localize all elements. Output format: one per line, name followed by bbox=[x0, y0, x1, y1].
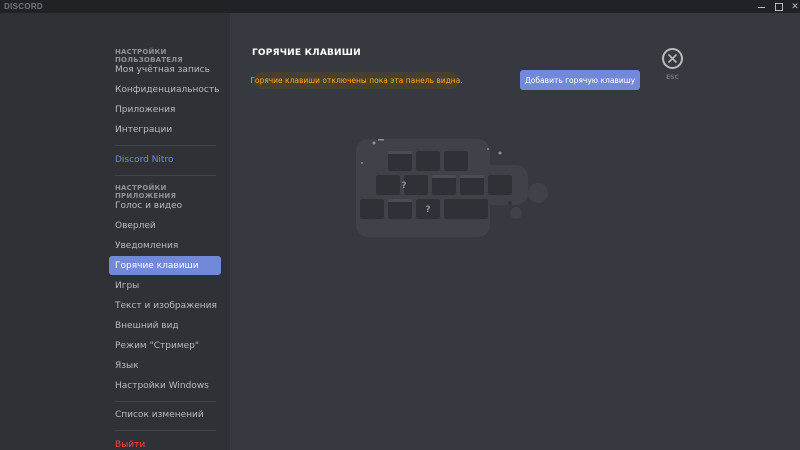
sidebar-divider bbox=[115, 430, 216, 431]
settings-content: ГОРЯЧИЕ КЛАВИШИ Горячие клавиши отключен… bbox=[230, 13, 800, 450]
sidebar-item-voice-video[interactable]: Голос и видео bbox=[109, 196, 221, 215]
sidebar-divider bbox=[115, 175, 216, 176]
key-question-mark: ? bbox=[401, 181, 406, 191]
sidebar-divider bbox=[115, 145, 216, 146]
sidebar-item-changelog[interactable]: Список изменений bbox=[109, 405, 221, 424]
settings-sidebar: НАСТРОЙКИ ПОЛЬЗОВАТЕЛЯ Моя учётная запис… bbox=[0, 13, 230, 450]
keybinds-disabled-notice: Горячие клавиши отключены пока эта панел… bbox=[250, 72, 463, 89]
sidebar-item-text-images[interactable]: Текст и изображения bbox=[109, 296, 221, 315]
sidebar-divider bbox=[115, 401, 216, 402]
sidebar-item-privacy[interactable]: Конфиденциальность bbox=[109, 80, 221, 99]
esc-label: ESC bbox=[666, 74, 679, 81]
sidebar-item-appearance[interactable]: Внешний вид bbox=[109, 316, 221, 335]
sidebar-item-authorized-apps[interactable]: Приложения bbox=[109, 100, 221, 119]
close-settings[interactable]: ESC bbox=[662, 48, 686, 81]
close-settings-button[interactable] bbox=[662, 48, 683, 69]
sidebar-item-connections[interactable]: Интеграции bbox=[109, 120, 221, 139]
keyboard-illustration-icon: ? ? bbox=[356, 139, 548, 237]
sidebar-item-my-account[interactable]: Моя учётная запись bbox=[109, 60, 221, 79]
sidebar-item-streamer-mode[interactable]: Режим "Стример" bbox=[109, 336, 221, 355]
sidebar-item-notifications[interactable]: Уведомления bbox=[109, 236, 221, 255]
window-close-icon[interactable]: ✕ bbox=[786, 0, 800, 13]
sidebar-item-language[interactable]: Язык bbox=[109, 356, 221, 375]
add-keybind-button[interactable]: Добавить горячую клавишу bbox=[520, 70, 640, 90]
key-question-mark: ? bbox=[425, 205, 430, 215]
title-bar: DISCORD ✕ bbox=[0, 0, 800, 13]
minimize-icon[interactable] bbox=[752, 0, 770, 13]
sidebar-item-games[interactable]: Игры bbox=[109, 276, 221, 295]
sidebar-item-logout[interactable]: Выйти bbox=[109, 435, 221, 450]
page-title: ГОРЯЧИЕ КЛАВИШИ bbox=[252, 48, 361, 58]
close-icon bbox=[668, 54, 677, 63]
sidebar-item-discord-nitro[interactable]: Discord Nitro bbox=[109, 150, 221, 169]
discord-logo: DISCORD bbox=[4, 2, 43, 11]
sidebar-item-overlay[interactable]: Оверлей bbox=[109, 216, 221, 235]
sidebar-item-keybinds[interactable]: Горячие клавиши bbox=[109, 256, 221, 275]
sidebar-item-windows-settings[interactable]: Настройки Windows bbox=[109, 376, 221, 395]
